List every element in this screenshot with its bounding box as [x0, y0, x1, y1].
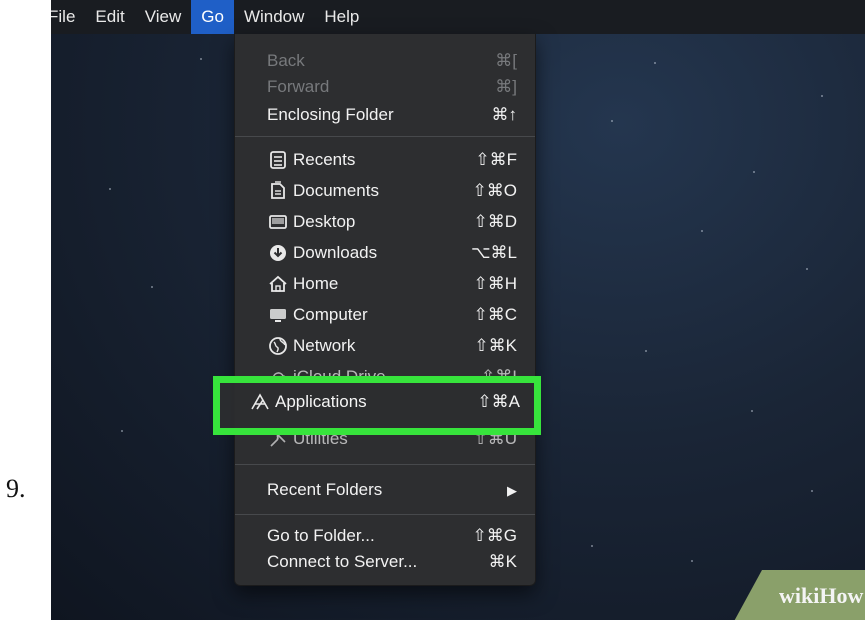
wikihow-logo: wikiHow — [779, 583, 864, 608]
menu-item-network[interactable]: Network ⇧⌘K — [235, 332, 535, 360]
desktop-icon — [269, 215, 287, 229]
menu-item-shortcut: ⌘K — [488, 552, 517, 571]
star — [753, 171, 755, 173]
menu-item-label: Applications — [275, 392, 367, 411]
menu-item-recent-folders[interactable]: Recent Folders ▶ — [235, 476, 535, 504]
menu-item-shortcut: ⌘[ — [495, 51, 517, 70]
star — [751, 410, 753, 412]
menu-item-shortcut: ⌘↑ — [491, 105, 518, 124]
star — [591, 545, 593, 547]
menu-item-shortcut: ⇧⌘D — [473, 212, 517, 231]
menu-separator — [235, 136, 535, 137]
menu-item-enclosing-folder[interactable]: Enclosing Folder ⌘↑ — [235, 101, 535, 129]
menu-item-connect-to-server[interactable]: Connect to Server... ⌘K — [235, 548, 535, 576]
menu-item-label: Computer — [293, 305, 368, 324]
menu-item-shortcut: ⌘] — [495, 77, 517, 96]
menu-item-forward[interactable]: Forward ⌘] — [235, 73, 535, 101]
submenu-arrow-icon: ▶ — [507, 483, 517, 498]
macos-screenshot: File Edit View Go Window Help Back ⌘[ Fo… — [51, 0, 865, 620]
computer-icon — [270, 309, 286, 322]
menu-item-desktop[interactable]: Desktop ⇧⌘D — [235, 208, 535, 236]
menu-item-label: Documents — [293, 181, 379, 200]
star — [611, 120, 613, 122]
menu-item-shortcut: ⇧⌘H — [473, 274, 517, 293]
go-menu-dropdown: Back ⌘[ Forward ⌘] Enclosing Folder ⌘↑ R… — [234, 34, 536, 586]
menu-item-shortcut: ⇧⌘K — [474, 336, 517, 355]
menu-item-back[interactable]: Back ⌘[ — [235, 47, 535, 75]
menu-item-label: Forward — [267, 77, 330, 96]
step-number: 9. — [6, 474, 26, 503]
menu-go[interactable]: Go — [191, 0, 234, 34]
star — [811, 490, 813, 492]
applications-icon — [251, 393, 269, 410]
downloads-icon — [270, 245, 286, 261]
home-icon — [269, 275, 287, 292]
menu-item-recents[interactable]: Recents ⇧⌘F — [235, 146, 535, 174]
star — [821, 95, 823, 97]
applications-highlight: Applications ⇧⌘A — [213, 376, 541, 435]
menu-item-shortcut: ⌥⌘L — [470, 243, 517, 262]
menu-item-applications[interactable]: Applications ⇧⌘A — [217, 388, 520, 416]
menu-item-label: Connect to Server... — [267, 552, 418, 571]
menu-window[interactable]: Window — [234, 0, 314, 34]
menu-item-computer[interactable]: Computer ⇧⌘C — [235, 301, 535, 329]
recents-icon — [270, 151, 286, 169]
menu-item-label: Recents — [293, 150, 356, 169]
menu-item-label: Go to Folder... — [267, 526, 375, 545]
menu-bar: File Edit View Go Window Help — [51, 0, 865, 34]
menu-edit[interactable]: Edit — [85, 0, 134, 34]
star — [121, 430, 123, 432]
menu-separator — [235, 464, 535, 465]
menu-separator — [235, 514, 535, 515]
menu-file[interactable]: File — [51, 0, 85, 34]
menu-view[interactable]: View — [135, 0, 192, 34]
menu-item-shortcut: ⇧⌘G — [472, 526, 517, 545]
star — [151, 286, 153, 288]
menu-item-label: Desktop — [293, 212, 356, 231]
star — [701, 230, 703, 232]
menu-help[interactable]: Help — [314, 0, 369, 34]
menu-item-downloads[interactable]: Downloads ⌥⌘L — [235, 239, 535, 267]
star — [200, 58, 202, 60]
star — [645, 350, 647, 352]
menu-item-label: Home — [293, 274, 339, 293]
menu-item-shortcut: ⇧⌘A — [477, 392, 520, 411]
star — [691, 560, 693, 562]
menu-item-label: Back — [267, 51, 305, 70]
menu-item-documents[interactable]: Documents ⇧⌘O — [235, 177, 535, 205]
network-icon — [269, 337, 287, 355]
documents-icon — [271, 181, 285, 199]
menu-item-label: Downloads — [293, 243, 378, 262]
menu-item-shortcut: ⇧⌘O — [472, 181, 517, 200]
star — [654, 62, 656, 64]
star — [109, 188, 111, 190]
menu-item-label: Network — [293, 336, 356, 355]
menu-item-home[interactable]: Home ⇧⌘H — [235, 270, 535, 298]
menu-item-label: Enclosing Folder — [267, 105, 394, 124]
menu-item-shortcut: ⇧⌘F — [475, 150, 517, 169]
star — [806, 268, 808, 270]
menu-item-label: Recent Folders — [267, 480, 383, 499]
menu-item-go-to-folder[interactable]: Go to Folder... ⇧⌘G — [235, 522, 535, 550]
menu-item-shortcut: ⇧⌘C — [473, 305, 517, 324]
